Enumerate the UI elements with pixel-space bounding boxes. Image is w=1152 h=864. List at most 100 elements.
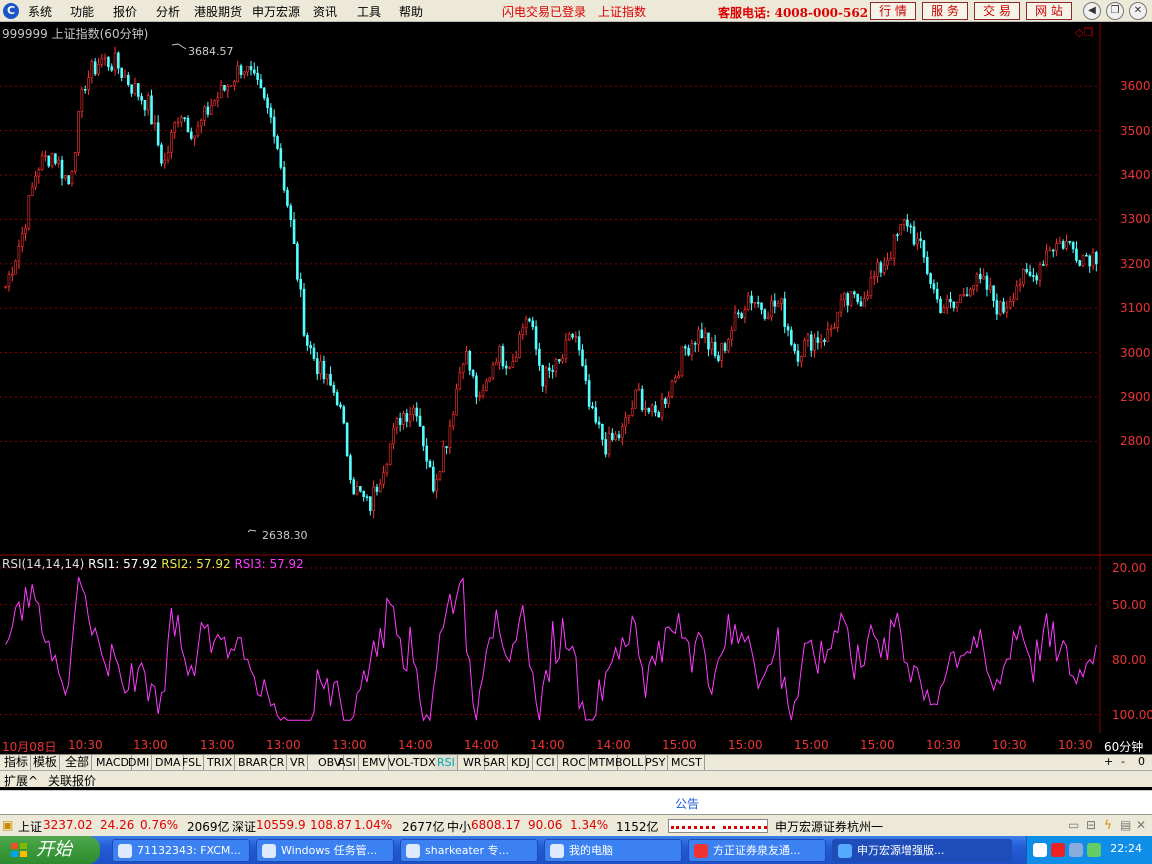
close-panel-icon[interactable]: ✕ <box>1136 818 1146 832</box>
indicator-tab-vr[interactable]: VR <box>288 755 309 771</box>
candle-body <box>110 66 114 71</box>
candle-body <box>455 388 458 416</box>
lock-icon[interactable]: ⊟ <box>1086 818 1096 832</box>
zoom-reset-button[interactable]: 0 <box>1138 755 1145 768</box>
menu-system[interactable]: 系统 <box>28 3 52 20</box>
candle-body <box>335 392 339 406</box>
candle-body <box>992 285 995 301</box>
candle-body <box>710 341 714 350</box>
candle-body <box>922 240 926 258</box>
chart-options-icon[interactable]: ◇❐ <box>1075 26 1093 39</box>
taskbar-item-fxcm[interactable]: 71132343: FXCM... <box>112 839 250 862</box>
candle-body <box>836 311 840 328</box>
app-logo-icon[interactable]: C <box>3 3 19 19</box>
taskbar-item-my-computer[interactable]: 我的电脑 <box>544 839 682 862</box>
indicator-tab-sar[interactable]: SAR <box>481 755 509 771</box>
menu-quote[interactable]: 报价 <box>113 3 137 20</box>
back-icon[interactable]: ◀ <box>1083 2 1101 20</box>
candle-body <box>170 132 173 153</box>
menu-hk-futures[interactable]: 港股期货 <box>194 3 242 20</box>
start-button[interactable]: 开始 <box>0 836 100 864</box>
indicator-tab-模板[interactable]: 模板 <box>31 755 61 771</box>
candle-body <box>969 289 972 296</box>
candle-body <box>567 333 571 341</box>
trade-button[interactable]: 交 易 <box>974 2 1020 20</box>
zx-value: 6808.17 <box>471 818 521 832</box>
taskbar-item-taskmgr[interactable]: Windows 任务管... <box>256 839 394 862</box>
menu-tools[interactable]: 工具 <box>357 3 381 20</box>
candle-body <box>306 335 309 346</box>
candle-body <box>345 422 349 457</box>
notice-label[interactable]: 公告 <box>675 795 699 812</box>
candle-body <box>422 426 425 447</box>
restore-icon[interactable]: ❐ <box>1106 2 1124 20</box>
close-icon[interactable]: ✕ <box>1129 2 1147 20</box>
kline-chart[interactable]: 3684.57 2638.30 <box>0 23 1152 733</box>
indicator-tab-fsl[interactable]: FSL <box>180 755 205 771</box>
related-quotes-tab[interactable]: 关联报价 <box>48 772 96 789</box>
indicator-tab-cci[interactable]: CCI <box>534 755 558 771</box>
volume-icon[interactable] <box>1087 843 1101 857</box>
candle-body <box>30 186 34 196</box>
candle-body <box>650 405 654 412</box>
candle-body <box>302 288 306 336</box>
indicator-tab-全部[interactable]: 全部 <box>63 755 93 771</box>
service-button[interactable]: 服 务 <box>922 2 968 20</box>
candle-body <box>130 84 133 94</box>
candle-body <box>1095 252 1098 265</box>
window-icon[interactable]: ▭ <box>1068 818 1079 832</box>
signal-icon[interactable]: ϟ <box>1104 818 1112 832</box>
indicator-tab-vol-tdx[interactable]: VOL-TDX <box>386 755 439 771</box>
indicator-tab-rsi[interactable]: RSI <box>435 755 458 771</box>
indicator-tab-roc[interactable]: ROC <box>560 755 589 771</box>
candle-body <box>166 152 170 161</box>
indicator-tab-dma[interactable]: DMA <box>153 755 184 771</box>
indicator-tab-trix[interactable]: TRIX <box>205 755 236 771</box>
indicator-tab-kdj[interactable]: KDJ <box>509 755 533 771</box>
candle-body <box>246 66 249 73</box>
indicator-tab-cr[interactable]: CR <box>267 755 288 771</box>
candle-body <box>1091 252 1095 267</box>
keyboard-icon[interactable] <box>1033 843 1047 857</box>
indicator-tab-boll[interactable]: BOLL <box>613 755 647 771</box>
sz-name[interactable]: 深证 <box>232 818 256 835</box>
zx-name[interactable]: 中小 <box>447 818 471 835</box>
sh-name[interactable]: 上证 <box>18 818 42 835</box>
menu-analysis[interactable]: 分析 <box>156 3 180 20</box>
settings-icon[interactable]: ▤ <box>1120 818 1131 832</box>
indicator-tab-emv[interactable]: EMV <box>360 755 389 771</box>
indicator-tab-psy[interactable]: PSY <box>643 755 669 771</box>
zoom-out-button[interactable]: - <box>1121 755 1125 768</box>
candle-body <box>10 273 14 276</box>
taskbar-item-founder[interactable]: 方正证券泉友通... <box>688 839 826 862</box>
expand-toggle[interactable]: 扩展^ <box>4 772 38 789</box>
menu-info[interactable]: 资讯 <box>313 3 337 20</box>
candle-body <box>919 238 922 241</box>
candle-body <box>93 61 97 75</box>
menu-function[interactable]: 功能 <box>70 3 94 20</box>
indicator-tab-asi[interactable]: ASI <box>336 755 359 771</box>
candle-body <box>998 301 1002 315</box>
candle-body <box>266 97 269 109</box>
website-button[interactable]: 网 站 <box>1026 2 1072 20</box>
menu-help[interactable]: 帮助 <box>399 3 423 20</box>
chart-area[interactable]: 3684.57 2638.30 999999 上证指数(60分钟) ◇❐ RSI… <box>0 23 1152 733</box>
alert-icon[interactable]: ▣ <box>2 818 13 832</box>
flag-icon[interactable] <box>1051 843 1065 857</box>
candle-body <box>1075 248 1078 261</box>
network-icon[interactable] <box>1069 843 1083 857</box>
indicator-tab-指标[interactable]: 指标 <box>2 755 32 771</box>
indicator-tab-brar[interactable]: BRAR <box>236 755 271 771</box>
taskbar-item-swhy[interactable]: 申万宏源增强版... <box>832 839 1012 862</box>
broker-name[interactable]: 申万宏源证券杭州一 <box>775 818 883 835</box>
price-tick-label: 3200 <box>1120 256 1151 271</box>
zoom-in-button[interactable]: + <box>1104 755 1113 768</box>
candle-body <box>531 320 535 328</box>
indicator-tab-mcst[interactable]: MCST <box>669 755 705 771</box>
menu-swhy[interactable]: 申万宏源 <box>252 3 300 20</box>
period-label[interactable]: 60分钟 <box>1104 738 1143 755</box>
indicator-tab-dmi[interactable]: DMI <box>126 755 153 771</box>
candle-body <box>700 329 704 339</box>
quotes-button[interactable]: 行 情 <box>870 2 916 20</box>
taskbar-item-browser[interactable]: sharkeater 专... <box>400 839 538 862</box>
